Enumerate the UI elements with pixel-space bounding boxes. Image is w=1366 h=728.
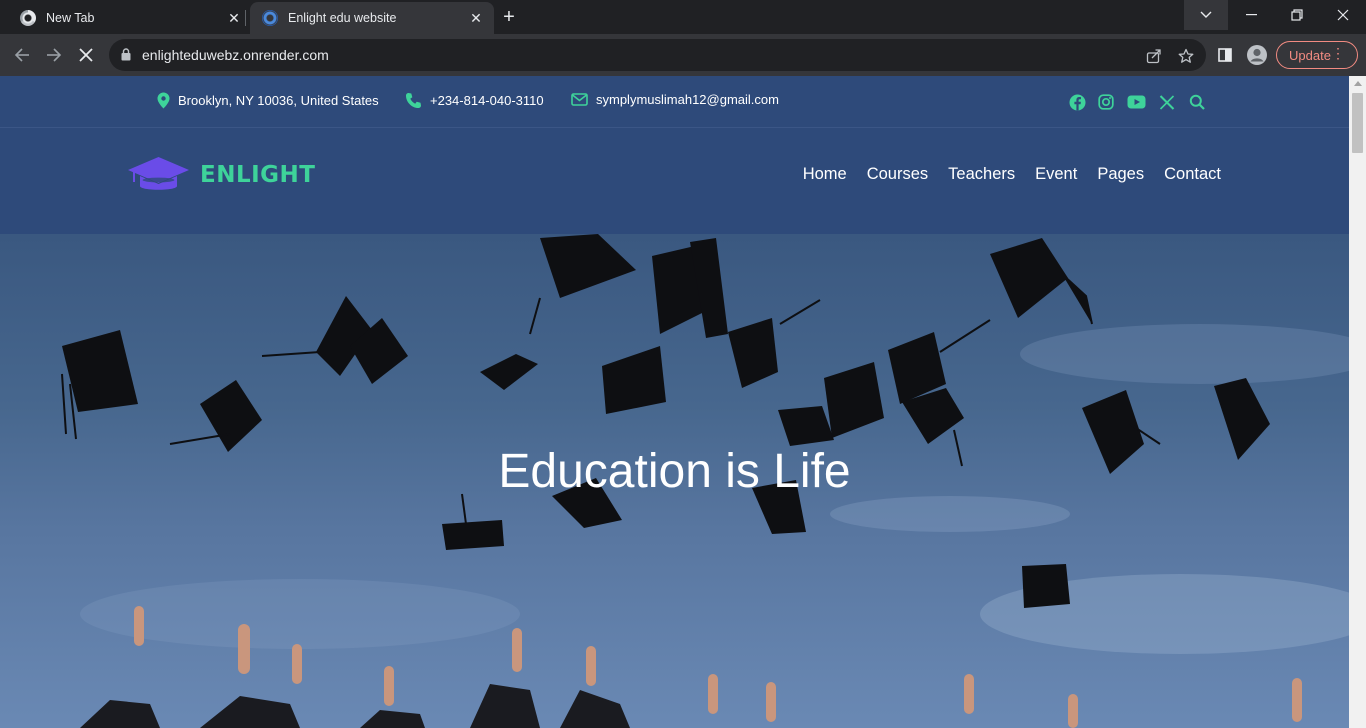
browser-toolbar: enlighteduwebz.onrender.com Update ⋮ — [0, 34, 1366, 76]
youtube-icon[interactable] — [1126, 92, 1146, 112]
url-text[interactable]: enlighteduwebz.onrender.com — [142, 47, 329, 63]
stop-icon — [79, 48, 93, 62]
tab-title: New Tab — [46, 11, 95, 25]
tab-divider — [245, 10, 246, 26]
back-button[interactable] — [8, 41, 36, 69]
address-item: Brooklyn, NY 10036, United States — [157, 92, 379, 109]
nav-courses[interactable]: Courses — [867, 165, 928, 184]
update-button[interactable]: Update ⋮ — [1276, 41, 1358, 69]
more-vert-icon: ⋮ — [1331, 45, 1345, 61]
phone-text[interactable]: +234-814-040-3110 — [430, 93, 544, 108]
profile-avatar[interactable] — [1246, 44, 1268, 66]
hero-banner: Education is Life — [0, 234, 1349, 728]
tab-new-tab[interactable]: New Tab ✕ — [8, 2, 252, 34]
chrome-icon — [20, 10, 36, 26]
browser-tabstrip: New Tab ✕ Enlight edu website ✕ + — [0, 0, 1366, 34]
top-contact-bar: Brooklyn, NY 10036, United States +234-8… — [0, 76, 1349, 128]
nav-teachers[interactable]: Teachers — [948, 165, 1015, 184]
address-text: Brooklyn, NY 10036, United States — [178, 93, 379, 108]
nav-event[interactable]: Event — [1035, 165, 1077, 184]
stop-loading-button[interactable] — [72, 41, 100, 69]
nav-contact[interactable]: Contact — [1164, 165, 1221, 184]
email-text[interactable]: symplymuslimah12@gmail.com — [596, 92, 779, 107]
facebook-icon[interactable] — [1067, 92, 1087, 112]
close-window-button[interactable] — [1320, 0, 1366, 30]
loading-icon — [262, 10, 278, 26]
scrollbar-thumb[interactable] — [1352, 93, 1363, 153]
nav-menu: Home Courses Teachers Event Pages Contac… — [803, 165, 1221, 184]
minimize-button[interactable] — [1228, 0, 1274, 30]
avatar-icon — [1247, 45, 1267, 65]
tab-title: Enlight edu website — [288, 11, 397, 25]
nav-home[interactable]: Home — [803, 165, 847, 184]
update-label: Update — [1289, 47, 1331, 63]
new-tab-button[interactable]: + — [496, 6, 522, 28]
chevron-down-icon — [1200, 11, 1212, 18]
phone-icon — [406, 93, 421, 108]
page-viewport: Brooklyn, NY 10036, United States +234-8… — [0, 76, 1349, 728]
map-marker-icon — [157, 92, 170, 109]
bookmark-star-icon[interactable] — [1176, 46, 1196, 66]
restore-button[interactable] — [1274, 0, 1320, 30]
search-icon[interactable] — [1187, 92, 1207, 112]
tab-enlight[interactable]: Enlight edu website ✕ — [250, 2, 494, 34]
graduation-cap-icon — [128, 157, 189, 190]
phone-item[interactable]: +234-814-040-3110 — [405, 92, 544, 109]
close-icon[interactable]: ✕ — [468, 10, 484, 26]
hero-title: Education is Life — [498, 445, 851, 498]
close-icon — [1337, 9, 1349, 21]
close-icon[interactable]: ✕ — [226, 10, 242, 26]
arrow-left-icon — [14, 48, 29, 62]
tab-search-button[interactable] — [1184, 0, 1228, 30]
page-scrollbar[interactable] — [1349, 76, 1366, 728]
email-item[interactable]: symplymuslimah12@gmail.com — [571, 92, 779, 107]
side-panel-icon[interactable] — [1214, 44, 1236, 66]
main-navigation: ENLIGHT Home Courses Teachers Event Page… — [0, 128, 1349, 234]
share-icon[interactable] — [1144, 46, 1164, 66]
forward-button[interactable] — [40, 41, 68, 69]
site-logo[interactable]: ENLIGHT — [127, 156, 316, 194]
minimize-icon — [1245, 14, 1257, 16]
address-bar[interactable]: enlighteduwebz.onrender.com — [109, 39, 1206, 71]
lock-icon[interactable] — [121, 48, 131, 61]
restore-icon — [1291, 9, 1303, 21]
x-icon[interactable] — [1157, 92, 1177, 112]
brand-name: ENLIGHT — [200, 162, 316, 188]
instagram-icon[interactable] — [1096, 92, 1116, 112]
scroll-up-icon[interactable] — [1354, 81, 1362, 86]
arrow-right-icon — [47, 48, 62, 62]
nav-pages[interactable]: Pages — [1097, 165, 1144, 184]
envelope-icon — [571, 93, 588, 106]
